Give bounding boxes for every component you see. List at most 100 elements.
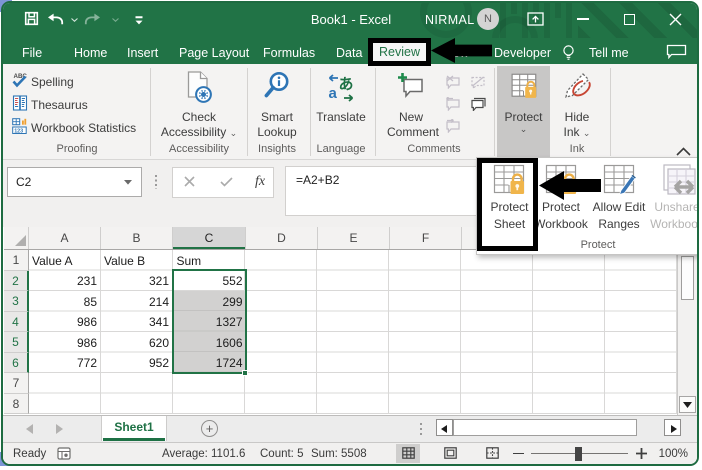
row-header-1[interactable]: 1 (4, 250, 29, 271)
sheet-tab-sheet1[interactable]: Sheet1 (101, 416, 167, 441)
feedback-icon[interactable] (666, 44, 687, 59)
new-sheet-button[interactable]: + (201, 420, 218, 437)
protect-workbook-item-line1[interactable]: Protect (531, 200, 591, 214)
translate-button[interactable]: Translate (314, 110, 368, 124)
sheet-nav-next-icon[interactable] (55, 424, 64, 434)
insert-function-button[interactable]: fx (255, 174, 265, 190)
allow-edit-ranges-item-line1[interactable]: Allow Edit (587, 200, 651, 214)
row-header-2[interactable]: 2 (4, 271, 29, 292)
view-normal-button[interactable] (396, 444, 420, 463)
tab-page-layout[interactable]: Page Layout (179, 46, 249, 60)
unshare-workbook-item-line2[interactable]: Workbook (643, 217, 699, 231)
row-header-6[interactable]: 6 (4, 353, 29, 374)
thesaurus-button[interactable]: Thesaurus (31, 98, 88, 112)
new-comment-button-line2[interactable]: Comment (387, 125, 435, 139)
name-box-dropdown-icon[interactable] (124, 180, 132, 185)
hide-ink-button-line1[interactable]: Hide (553, 110, 601, 124)
user-name[interactable]: NIRMAL (425, 13, 475, 27)
sheet-nav-previous-icon[interactable] (25, 424, 34, 434)
hide-ink-button-line2[interactable]: Ink ⌄ (553, 125, 601, 139)
cell-a3[interactable]: 85 (32, 292, 97, 312)
check-accessibility-button-line1[interactable]: Check (160, 110, 238, 124)
column-header-c[interactable]: C (173, 227, 246, 249)
smart-lookup-button-line2[interactable]: Lookup (252, 125, 302, 139)
cell-a6[interactable]: 772 (32, 353, 97, 373)
cell-b5[interactable]: 620 (104, 333, 169, 353)
enter-formula-icon[interactable] (220, 177, 233, 187)
smart-lookup-button-line1[interactable]: Smart (252, 110, 302, 124)
tab-tell-me[interactable]: Tell me (589, 46, 629, 60)
maximize-button[interactable] (624, 14, 635, 25)
allow-edit-ranges-item-line2[interactable]: Ranges (587, 217, 651, 231)
thesaurus-icon (12, 95, 28, 111)
row-header-5[interactable]: 5 (4, 332, 29, 353)
cell-a2[interactable]: 231 (32, 271, 97, 291)
new-comment-button-line1[interactable]: New (387, 110, 435, 124)
user-avatar[interactable]: N (477, 8, 499, 30)
spelling-button[interactable]: Spelling (31, 75, 74, 89)
view-page-layout-button[interactable] (438, 444, 462, 463)
language-group-label: Language (314, 143, 368, 155)
delete-all-comments-icon[interactable] (470, 75, 486, 89)
cell-b2[interactable]: 321 (104, 271, 169, 291)
row-header-3[interactable]: 3 (4, 291, 29, 312)
collapse-ribbon-icon[interactable] (676, 147, 691, 156)
zoom-slider-thumb[interactable] (575, 447, 582, 461)
select-all-button[interactable] (4, 227, 29, 249)
tab-home[interactable]: Home (74, 46, 107, 60)
tab-data[interactable]: Data (336, 46, 362, 60)
row-header-4[interactable]: 4 (4, 312, 29, 333)
selection-fill-handle[interactable] (242, 370, 248, 376)
row-header-8[interactable]: 8 (4, 394, 29, 415)
zoom-level[interactable]: 100% (654, 448, 688, 460)
macro-record-icon[interactable] (57, 447, 71, 460)
column-header-d[interactable]: D (246, 227, 318, 249)
check-accessibility-button-line2[interactable]: Accessibility ⌄ (160, 125, 238, 139)
row-header-7[interactable]: 7 (4, 373, 29, 394)
cell-b6[interactable]: 952 (104, 353, 169, 373)
hscroll-thumb[interactable] (453, 419, 637, 436)
column-header-b[interactable]: B (101, 227, 173, 249)
cell-a4[interactable]: 986 (32, 312, 97, 332)
cell-a5[interactable]: 986 (32, 333, 97, 353)
close-button[interactable] (669, 13, 682, 26)
unshare-workbook-item-line1[interactable]: Unshare (643, 200, 699, 214)
zoom-out-button[interactable] (513, 453, 524, 455)
cell-grid[interactable]: Value A Value B Sum 231 321 552 85 214 2… (29, 250, 677, 414)
hscroll-left-button[interactable] (436, 419, 453, 436)
workbook-statistics-button[interactable]: Workbook Statistics (31, 121, 136, 135)
show-comments-icon[interactable] (470, 97, 486, 111)
column-header-a[interactable]: A (29, 227, 101, 249)
vertical-scrollbar-thumb[interactable] (681, 256, 694, 300)
column-header-f[interactable]: F (390, 227, 462, 249)
protect-group-label: Protect (560, 239, 636, 251)
vertical-scrollbar[interactable] (677, 227, 697, 415)
minimize-button[interactable] (577, 18, 589, 20)
tab-insert[interactable]: Insert (127, 46, 158, 60)
tell-me-lightbulb-icon[interactable] (562, 45, 575, 61)
previous-comment-icon[interactable] (445, 97, 461, 111)
tab-developer[interactable]: Developer (494, 46, 551, 60)
cell-a1[interactable]: Value A (32, 251, 72, 271)
status-sum[interactable]: Sum: 5508 (311, 448, 367, 460)
view-page-break-button[interactable] (480, 444, 504, 463)
cell-b4[interactable]: 341 (104, 312, 169, 332)
cell-b3[interactable]: 214 (104, 292, 169, 312)
formula-bar-divider-dots[interactable] (155, 175, 157, 189)
status-count[interactable]: Count: 5 (260, 448, 303, 460)
sheetbar-divider-dots[interactable] (420, 423, 422, 435)
ribbon-display-options-icon[interactable] (527, 12, 544, 26)
cell-b1[interactable]: Value B (104, 251, 145, 271)
delete-comment-icon[interactable] (445, 75, 461, 89)
hscroll-right-button[interactable] (664, 419, 681, 436)
tab-formulas[interactable]: Formulas (263, 46, 315, 60)
column-header-e[interactable]: E (318, 227, 390, 249)
tab-file[interactable]: File (22, 46, 42, 60)
zoom-in-button[interactable] (636, 448, 647, 459)
status-average[interactable]: Average: 1101.6 (162, 448, 245, 460)
scroll-down-button[interactable] (679, 396, 696, 413)
next-comment-icon[interactable] (445, 119, 461, 133)
name-box[interactable]: C2 (7, 167, 142, 197)
protect-button-label[interactable]: Protect (497, 110, 550, 124)
cancel-formula-icon[interactable] (184, 176, 195, 187)
